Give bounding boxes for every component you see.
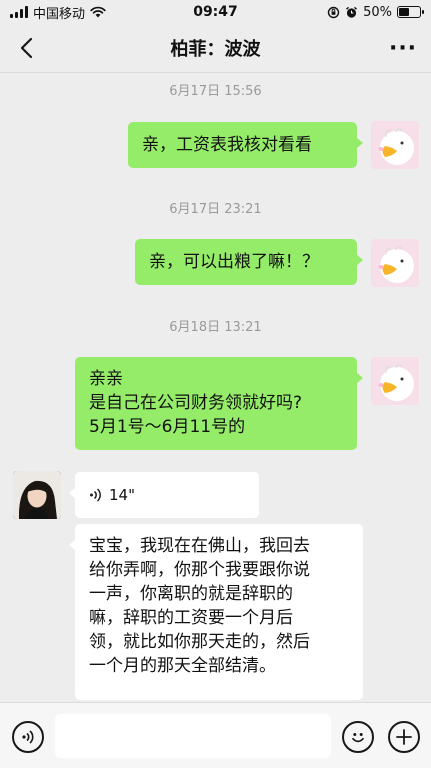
sent-message-bubble[interactable]: 亲，工资表我核对看看 (128, 122, 363, 168)
received-message-bubble[interactable]: 宝宝，我现在在佛山，我回去 给你弄啊，你那个我要跟你说 一声，你离职的就是辞职的… (69, 524, 363, 700)
plus-icon (396, 729, 412, 745)
battery-icon (397, 6, 424, 18)
smiley-icon (352, 733, 364, 743)
voice-message-bubble[interactable]: 14" (69, 472, 259, 518)
back-button[interactable] (12, 34, 40, 62)
my-avatar[interactable] (371, 239, 419, 287)
duck-avatar-icon (371, 239, 419, 287)
contact-photo-icon (13, 471, 61, 519)
message-text: 宝宝，我现在在佛山，我回去 (89, 536, 310, 556)
status-bar: 中国移动 09:47 50% (0, 0, 431, 24)
rotation-lock-icon (327, 6, 340, 18)
my-avatar[interactable] (371, 357, 419, 405)
input-bar (0, 702, 431, 768)
voice-duration: 14" (109, 486, 135, 504)
message-text: 一声，你离职的就是辞职的 (89, 584, 293, 604)
battery-level (399, 8, 409, 16)
voice-wave-icon (90, 488, 101, 502)
message-text: 亲亲 (89, 369, 123, 389)
voice-icon (22, 730, 34, 744)
chevron-left-icon (20, 37, 33, 59)
message-timestamp: 6月17日 23:21 (169, 202, 262, 217)
message-timestamp: 6月18日 13:21 (169, 320, 262, 335)
add-button[interactable] (388, 721, 420, 753)
sent-message-bubble[interactable]: 亲，可以出粮了嘛！？ (135, 239, 363, 285)
my-avatar[interactable] (371, 121, 419, 169)
more-button[interactable]: ··· (388, 35, 418, 61)
more-dots-icon: ··· (388, 35, 418, 61)
message-text: 一个月的那天全部结清。 (89, 656, 276, 676)
message-text: 5月1号～6月11号的 (89, 417, 246, 437)
message-text: 领，就比如你那天走的，然后 (89, 632, 310, 652)
message-input[interactable] (55, 714, 331, 758)
chat-title: 柏菲：波波 (170, 39, 261, 60)
contact-avatar[interactable] (13, 471, 61, 519)
chat-header: 柏菲：波波 ··· (0, 24, 431, 72)
duck-avatar-icon (371, 121, 419, 169)
message-timestamp: 6月17日 15:56 (169, 84, 262, 99)
status-left: 中国移动 (10, 3, 106, 22)
header-divider (0, 72, 431, 73)
duck-avatar-icon (371, 357, 419, 405)
message-text: 嘛，辞职的工资要一个月后 (89, 608, 293, 628)
battery-percent: 50% (363, 4, 392, 20)
status-right: 50% (327, 4, 424, 20)
alarm-icon (346, 6, 358, 18)
message-text: 给你弄啊，你那个我要跟你说 (89, 560, 310, 580)
signal-icon (10, 6, 28, 18)
voice-mode-button[interactable] (12, 721, 44, 753)
wifi-icon (90, 6, 106, 18)
emoji-button[interactable] (342, 721, 374, 753)
carrier-name: 中国移动 (33, 6, 86, 22)
message-text: 是自己在公司财务领就好吗? (89, 393, 303, 413)
sent-message-bubble[interactable]: 亲亲 是自己在公司财务领就好吗? 5月1号～6月11号的 (75, 357, 363, 450)
message-text: 亲，可以出粮了嘛！？ (149, 252, 319, 272)
message-text: 亲，工资表我核对看看 (142, 135, 312, 155)
